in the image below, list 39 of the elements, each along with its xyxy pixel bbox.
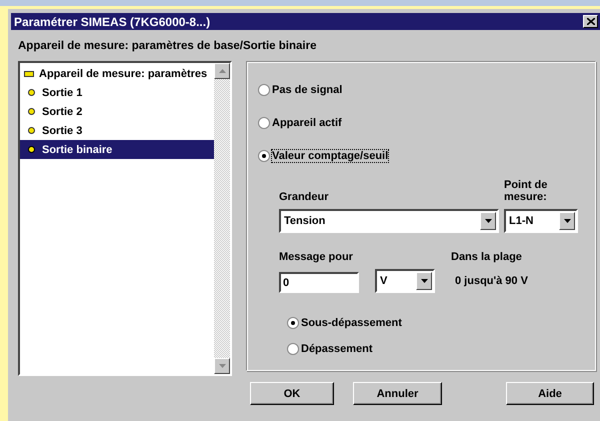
tree-item[interactable]: Sortie 3 — [20, 121, 214, 140]
range-value: 0 jusqu'à 90 V — [455, 275, 529, 287]
close-icon — [586, 18, 594, 25]
radio-option[interactable]: Appareil actif — [258, 113, 595, 132]
scroll-up-button[interactable] — [214, 63, 230, 79]
scrollbar[interactable] — [214, 63, 230, 374]
close-button[interactable] — [583, 15, 598, 28]
field-label: Dans la plage — [451, 251, 523, 263]
window-title: Paramétrer SIMEAS (7KG6000-8...) — [14, 14, 210, 28]
radio-option[interactable]: Valeur comptage/seuil — [258, 146, 595, 165]
bullet-icon — [28, 127, 35, 134]
tree-item[interactable]: Sortie 2 — [20, 102, 214, 121]
tree-item[interactable]: Appareil de mesure: paramètres — [20, 64, 214, 83]
up-arrow-icon — [218, 69, 226, 73]
field-label: Message pour — [279, 251, 354, 263]
bullet-icon — [28, 108, 35, 115]
dropdown[interactable]: Tension — [279, 209, 499, 233]
input-field[interactable]: 0 — [279, 272, 359, 293]
tree-item[interactable]: Sortie 1 — [20, 83, 214, 102]
dialog-button[interactable]: Annuler — [353, 382, 442, 405]
field-label: Grandeur — [279, 191, 330, 203]
radio-option[interactable]: Dépassement — [287, 339, 595, 358]
folder-icon — [24, 70, 34, 76]
caret-icon — [484, 219, 492, 223]
caret-icon — [420, 279, 428, 283]
down-arrow-icon — [218, 364, 226, 368]
dropdown[interactable]: L1-N — [504, 209, 578, 233]
breadcrumb: Appareil de mesure: paramètres de base/Sortie binaire — [18, 40, 318, 52]
bullet-icon — [28, 146, 35, 153]
dropdown[interactable]: V — [375, 269, 435, 293]
bullet-icon — [28, 89, 35, 96]
caret-icon — [564, 219, 570, 223]
radio-option[interactable]: Sous-dépassement — [287, 313, 595, 332]
radio-option[interactable]: Pas de signal — [258, 80, 595, 99]
tree-item[interactable]: Sortie binaire — [20, 140, 214, 159]
dialog-button[interactable]: Aide — [506, 382, 594, 405]
dialog-button[interactable]: OK — [250, 382, 334, 405]
field-label: Point de mesure: — [504, 179, 548, 203]
scroll-down-button[interactable] — [214, 358, 230, 374]
